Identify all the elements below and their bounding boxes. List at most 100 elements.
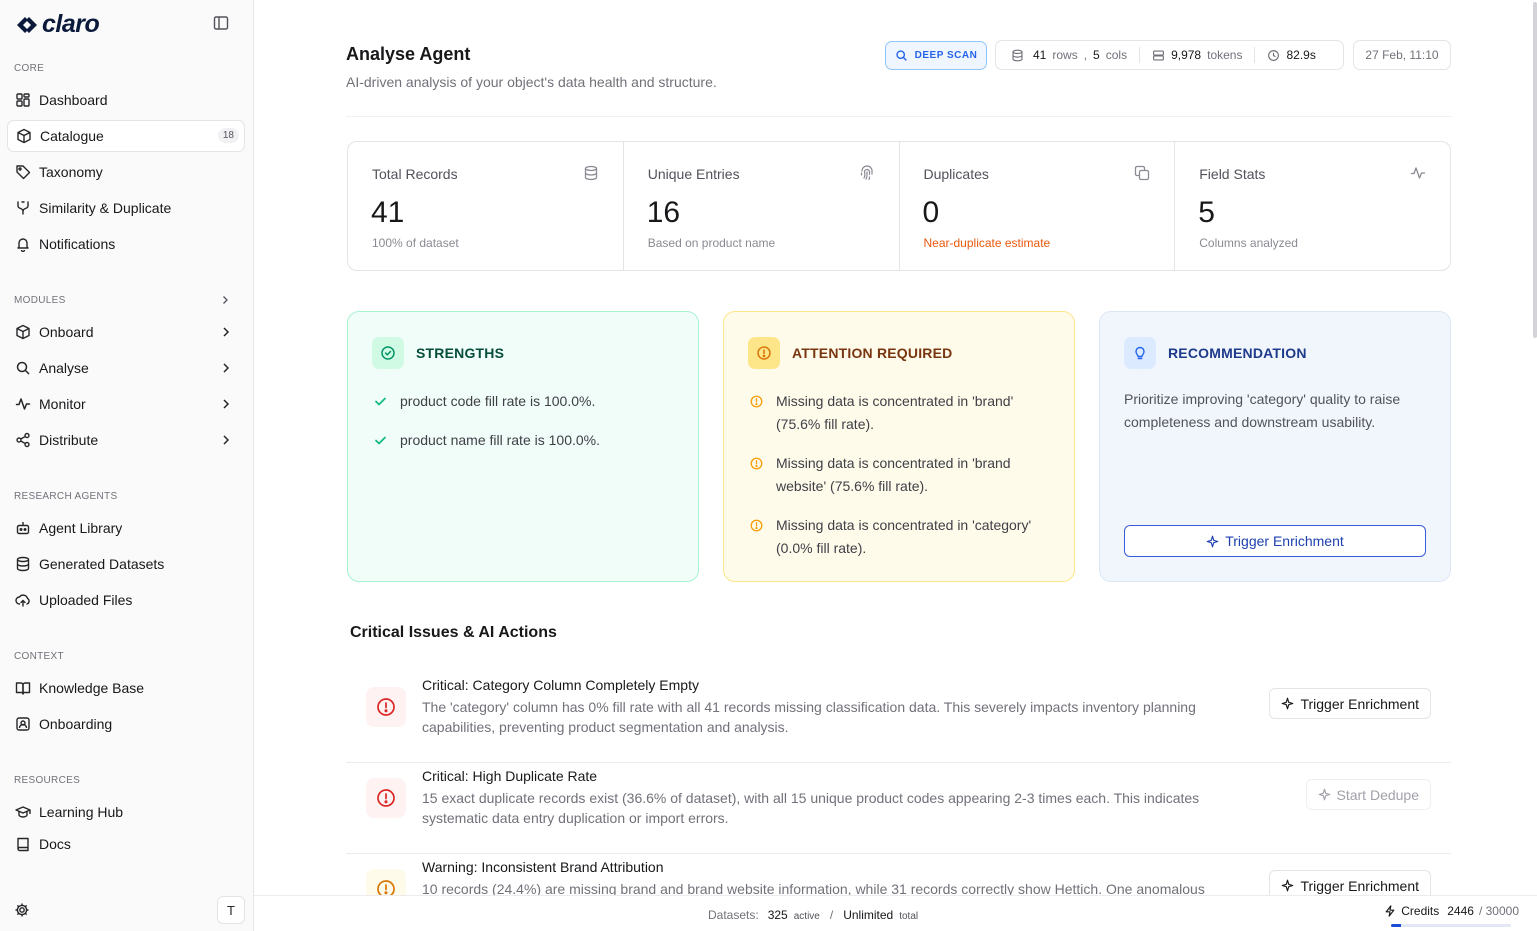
button-label: Trigger Enrichment <box>1300 877 1419 894</box>
trigger-enrichment-button[interactable]: Trigger Enrichment <box>1124 525 1426 557</box>
sidebar-item-label: Uploaded Files <box>39 592 133 608</box>
issue-title: Critical: Category Column Completely Emp… <box>422 677 699 693</box>
sidebar-item-notifications[interactable]: Notifications <box>7 228 245 260</box>
metric-value: 41 <box>371 196 405 229</box>
list-item: product name fill rate is 100.0%. <box>374 429 684 452</box>
metric-label: Duplicates <box>923 166 989 182</box>
sidebar-item-label: Monitor <box>39 396 86 412</box>
server-icon <box>1152 49 1165 62</box>
sidebar-item-catalogue[interactable]: Catalogue 18 <box>7 120 245 152</box>
box-icon <box>15 324 31 340</box>
chevron-right-icon <box>219 361 233 375</box>
card-title: STRENGTHS <box>416 345 505 361</box>
sidebar-item-agent-library[interactable]: Agent Library <box>7 512 245 544</box>
total-value: Unlimited <box>843 908 894 922</box>
sidebar-item-monitor[interactable]: Monitor <box>7 388 245 420</box>
graduation-cap-icon <box>15 804 31 820</box>
tokens-label: tokens <box>1207 48 1243 62</box>
chevron-right-icon <box>219 325 233 339</box>
modules-chevron-right-icon[interactable] <box>219 294 231 306</box>
sidebar-item-label: Agent Library <box>39 520 123 536</box>
bot-icon <box>15 520 31 536</box>
deep-scan-label: DEEP SCAN <box>914 50 978 61</box>
page-title: Analyse Agent <box>346 44 471 64</box>
chevron-right-icon <box>219 397 233 411</box>
user-avatar[interactable]: T <box>217 896 245 924</box>
attention-list: Missing data is concentrated in 'brand' … <box>750 390 1060 576</box>
divider <box>1139 47 1141 63</box>
sidebar-item-dashboard[interactable]: Dashboard <box>7 84 245 116</box>
sidebar-item-analyse[interactable]: Analyse <box>7 352 245 384</box>
sidebar-item-label: Dashboard <box>39 92 108 108</box>
trigger-enrichment-button[interactable]: Trigger Enrichment <box>1269 688 1431 719</box>
list-item-text: product name fill rate is 100.0%. <box>400 432 600 448</box>
sidebar-item-distribute[interactable]: Distribute <box>7 424 245 456</box>
share-icon <box>15 432 31 448</box>
rows-value: 41 <box>1033 48 1047 62</box>
credits-max: / 30000 <box>1478 904 1519 918</box>
card-title: RECOMMENDATION <box>1168 345 1307 361</box>
recommendation-card: RECOMMENDATION Prioritize improving 'cat… <box>1099 311 1451 582</box>
section-label-modules: MODULES <box>14 295 66 306</box>
fingerprint-icon <box>859 165 875 181</box>
strengths-card: STRENGTHS product code fill rate is 100.… <box>347 311 699 582</box>
start-dedupe-button[interactable]: Start Dedupe <box>1305 779 1431 810</box>
list-item: Missing data is concentrated in 'brand w… <box>750 452 1060 498</box>
credits-label: Credits <box>1401 904 1440 918</box>
scrollbar-thumb[interactable] <box>1533 2 1537 338</box>
list-item: Missing data is concentrated in 'categor… <box>750 514 1060 560</box>
tag-icon <box>15 164 31 180</box>
sidebar-item-generated-datasets[interactable]: Generated Datasets <box>7 548 245 580</box>
sidebar-item-label: Taxonomy <box>39 164 103 180</box>
sidebar-item-learning-hub[interactable]: Learning Hub <box>7 796 245 828</box>
activity-icon <box>1410 165 1426 181</box>
box-icon <box>16 128 32 144</box>
sidebar-item-label: Onboard <box>39 324 94 340</box>
sidebar: claro CORE Dashboard Catalogue 18 Taxono… <box>0 0 254 931</box>
copy-icon <box>1134 165 1150 181</box>
sidebar-item-onboarding[interactable]: Onboarding <box>7 708 245 740</box>
metric-value: 16 <box>646 196 681 229</box>
check-icon <box>374 434 387 447</box>
sidebar-item-label: Knowledge Base <box>39 680 145 696</box>
book-icon <box>15 836 31 852</box>
sidebar-item-onboard[interactable]: Onboard <box>7 316 245 348</box>
upload-cloud-icon <box>15 592 31 608</box>
metric-total-records: Total Records 41 100% of dataset <box>348 142 624 270</box>
cols-value: 5 <box>1093 48 1100 62</box>
strengths-list: product code fill rate is 100.0%. produc… <box>374 390 684 468</box>
sparkles-icon <box>1282 879 1294 892</box>
issue-title: Critical: High Duplicate Rate <box>422 768 598 784</box>
credits-progress-fill <box>1391 924 1401 927</box>
brand-logo[interactable]: claro <box>14 10 100 39</box>
alert-circle-icon <box>748 337 780 369</box>
sidebar-item-taxonomy[interactable]: Taxonomy <box>7 156 245 188</box>
gear-icon[interactable] <box>14 902 30 918</box>
issue-row: Critical: Category Column Completely Emp… <box>346 672 1451 763</box>
metric-label: Unique Entries <box>647 166 740 182</box>
deep-scan-badge[interactable]: DEEP SCAN <box>885 41 987 70</box>
sidebar-item-similarity[interactable]: Similarity & Duplicate <box>7 192 245 224</box>
sidebar-item-label: Notifications <box>39 236 116 252</box>
button-label: Start Dedupe <box>1336 786 1420 803</box>
database-icon <box>583 165 599 181</box>
sidebar-item-uploaded-files[interactable]: Uploaded Files <box>7 584 245 616</box>
dashboard-icon <box>15 92 31 108</box>
alert-circle-icon <box>366 778 406 818</box>
credits-status[interactable]: Credits 2446 / 30000 <box>1384 904 1519 918</box>
scan-date: 27 Feb, 11:10 <box>1353 40 1451 70</box>
search-icon <box>15 360 31 376</box>
status-bar: Datasets: 325 active / Unlimited total C… <box>254 895 1537 931</box>
metric-label: Field Stats <box>1199 166 1266 182</box>
credits-used: 2446 <box>1447 904 1474 918</box>
datasets-label: Datasets: <box>708 908 759 922</box>
contact-icon <box>15 716 31 732</box>
main-content: Analyse Agent AI-driven analysis of your… <box>254 0 1537 931</box>
list-item: Missing data is concentrated in 'brand' … <box>750 390 1060 436</box>
check-icon <box>374 395 387 408</box>
sidebar-item-knowledge-base[interactable]: Knowledge Base <box>7 672 245 704</box>
alert-circle-icon <box>750 519 763 532</box>
merge-icon <box>15 200 31 216</box>
sidebar-toggle-icon[interactable] <box>212 14 230 32</box>
sidebar-item-docs[interactable]: Docs <box>7 828 245 860</box>
